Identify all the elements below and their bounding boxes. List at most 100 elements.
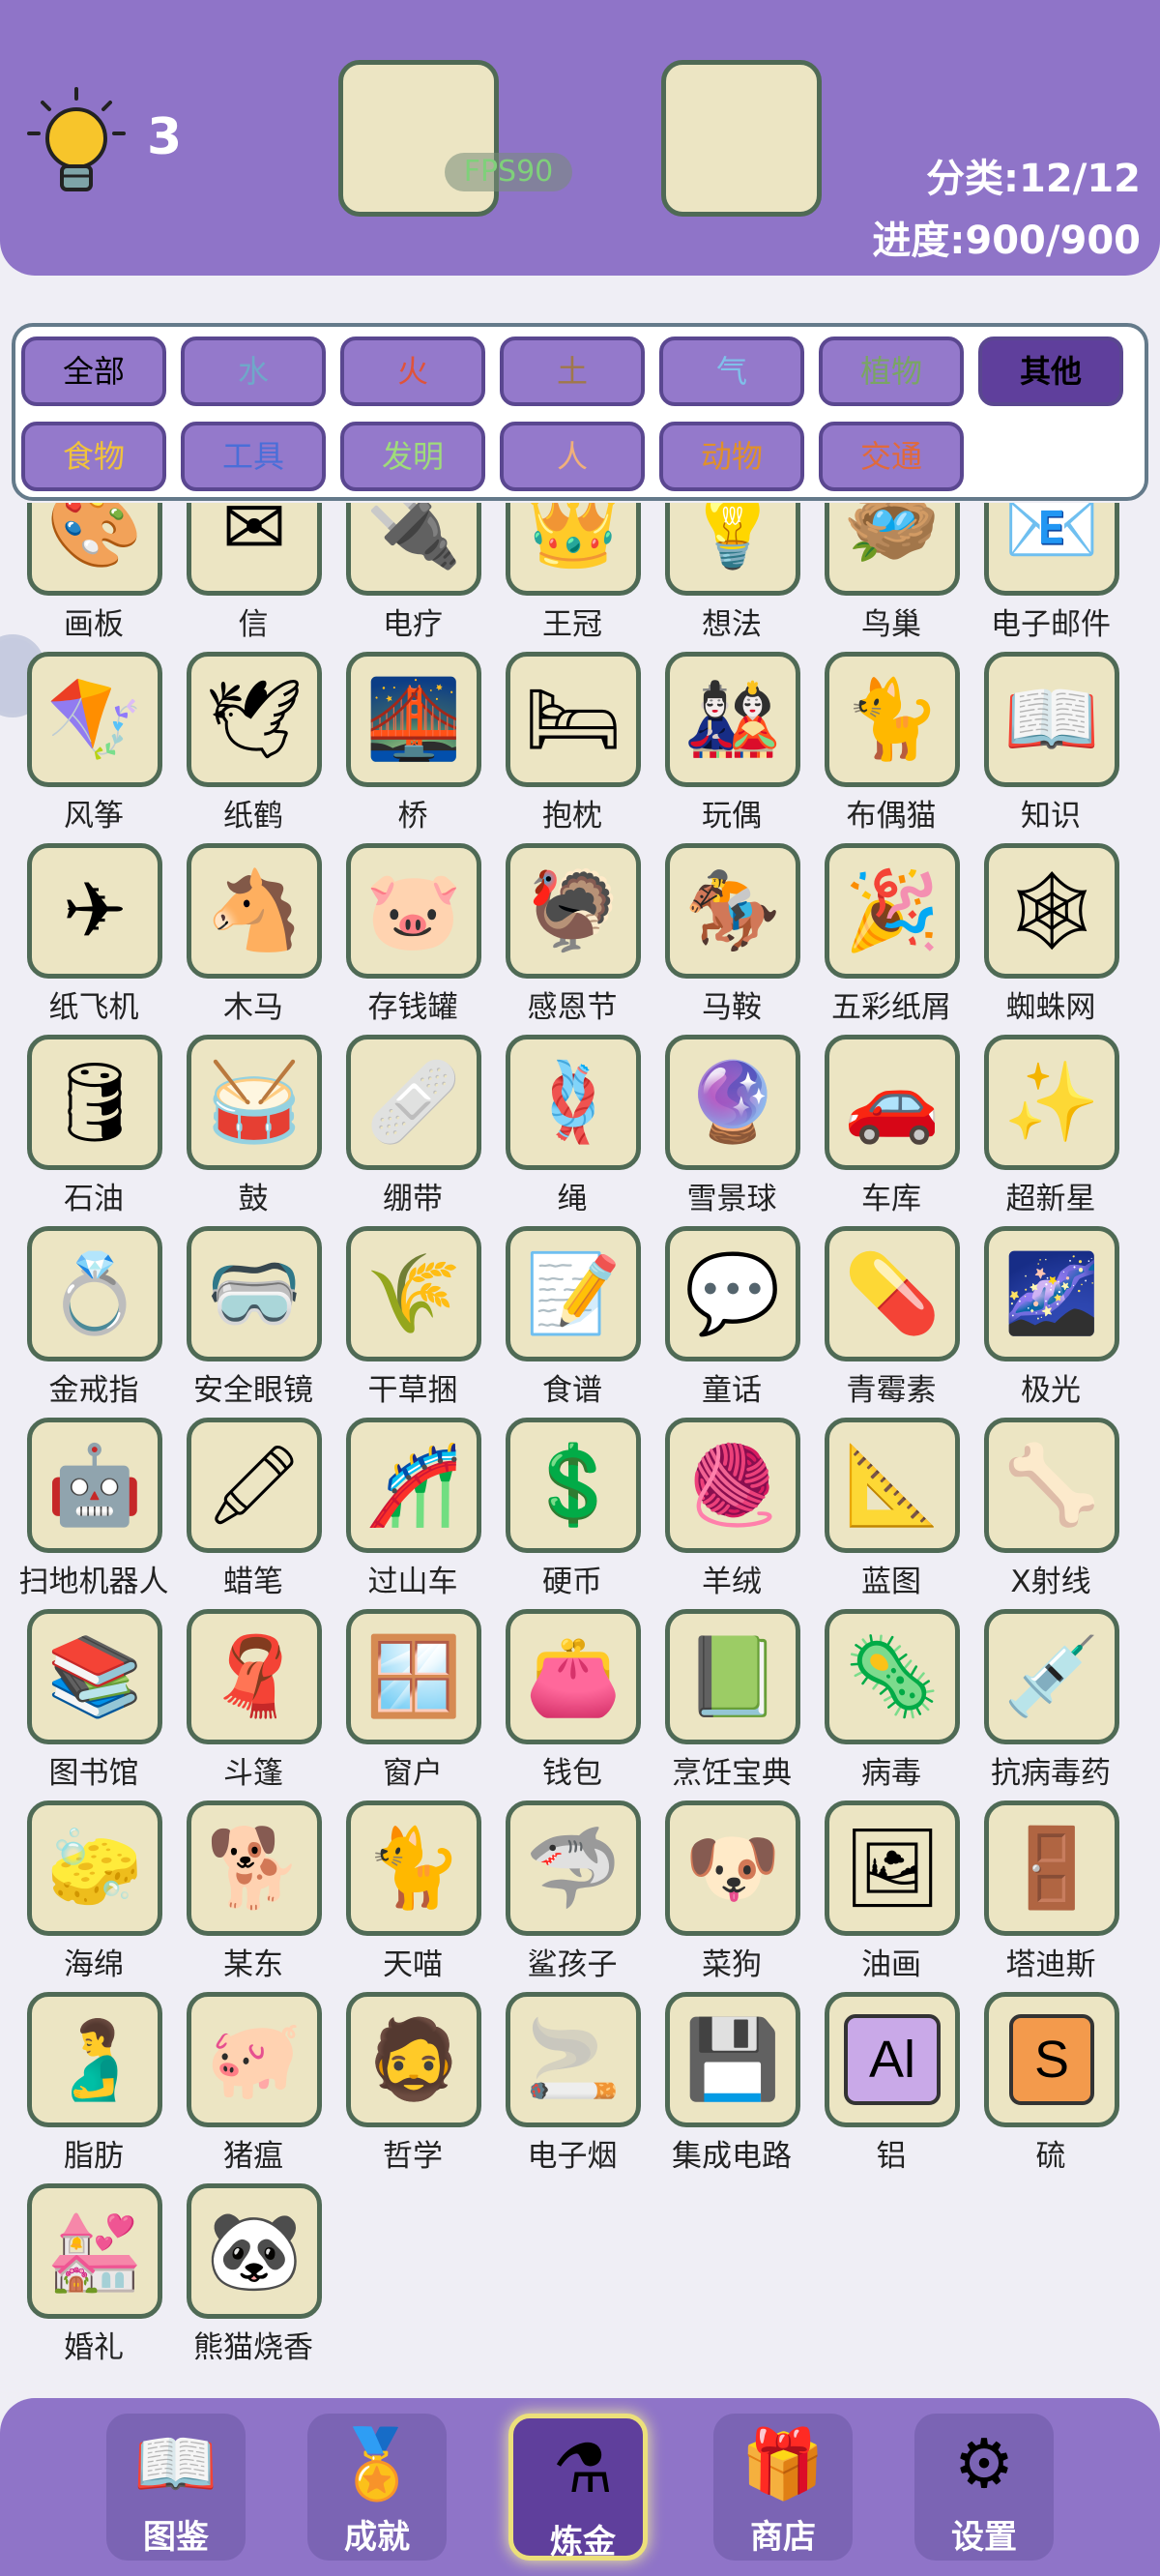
item-icon[interactable]: 🔌 [346, 503, 481, 596]
item-icon[interactable]: 🔮 [665, 1035, 800, 1170]
item-card[interactable]: 📧 电子邮件 [972, 503, 1130, 652]
item-icon[interactable]: 🐷 [346, 843, 481, 979]
item-card[interactable]: 💒 婚礼 [14, 2183, 173, 2375]
item-card[interactable]: 📖 知识 [972, 652, 1130, 843]
item-card[interactable]: 🐕 某东 [174, 1800, 333, 1992]
item-icon[interactable]: 🛢 [27, 1035, 162, 1170]
item-card[interactable]: 💬 童话 [652, 1226, 811, 1418]
item-card[interactable]: 💲 硬币 [493, 1418, 652, 1609]
item-card[interactable]: 🤖 扫地机器人 [14, 1418, 173, 1609]
nav-商店[interactable]: 🎁 商店 [713, 2414, 853, 2561]
item-icon[interactable]: 🚗 [825, 1035, 960, 1170]
item-icon[interactable]: 🚪 [984, 1800, 1119, 1936]
item-icon[interactable]: 🦈 [506, 1800, 641, 1936]
item-card[interactable]: 🥽 安全眼镜 [174, 1226, 333, 1418]
item-card[interactable]: 🐖 猪瘟 [174, 1992, 333, 2183]
item-card[interactable]: ✈ 纸飞机 [14, 843, 173, 1035]
nav-成就[interactable]: 🏅 成就 [307, 2414, 447, 2561]
item-card[interactable]: 🐈 布偶猫 [812, 652, 971, 843]
filter-人[interactable]: 人 [500, 422, 645, 491]
item-icon[interactable]: 💒 [27, 2183, 162, 2319]
item-icon[interactable]: 💲 [506, 1418, 641, 1553]
item-card[interactable]: 🛢 石油 [14, 1035, 173, 1226]
item-card[interactable]: 🔮 雪景球 [652, 1035, 811, 1226]
filter-全部[interactable]: 全部 [21, 337, 166, 406]
filter-动物[interactable]: 动物 [659, 422, 804, 491]
item-icon[interactable]: 🪁 [27, 652, 162, 787]
item-icon[interactable]: 📚 [27, 1609, 162, 1744]
item-card[interactable]: 🎉 五彩纸屑 [812, 843, 971, 1035]
item-card[interactable]: 🌌 极光 [972, 1226, 1130, 1418]
item-card[interactable]: 🚪 塔迪斯 [972, 1800, 1130, 1992]
item-card[interactable]: 📝 食谱 [493, 1226, 652, 1418]
filter-食物[interactable]: 食物 [21, 422, 166, 491]
item-icon[interactable]: 🦴 [984, 1418, 1119, 1553]
item-icon[interactable]: ✈ [27, 843, 162, 979]
item-icon[interactable]: 🐶 [665, 1800, 800, 1936]
item-card[interactable]: 🧔 哲学 [334, 1992, 492, 2183]
filter-火[interactable]: 火 [340, 337, 485, 406]
item-icon[interactable]: 🎨 [27, 503, 162, 596]
item-card[interactable]: 🦠 病毒 [812, 1609, 971, 1800]
combine-slot-left[interactable] [338, 60, 499, 217]
item-icon[interactable]: 🛏 [506, 652, 641, 787]
item-card[interactable]: 🛏 抱枕 [493, 652, 652, 843]
item-icon[interactable]: 🖍 [187, 1418, 322, 1553]
item-card[interactable]: 🚬 电子烟 [493, 1992, 652, 2183]
item-icon[interactable]: 📐 [825, 1418, 960, 1553]
filter-交通[interactable]: 交通 [819, 422, 964, 491]
item-card[interactable]: 🐈 天喵 [334, 1800, 492, 1992]
item-icon[interactable]: 💍 [27, 1226, 162, 1361]
filter-水[interactable]: 水 [181, 337, 326, 406]
item-icon[interactable]: 🪢 [506, 1035, 641, 1170]
item-icon[interactable]: 🫃 [27, 1992, 162, 2127]
nav-图鉴[interactable]: 📖 图鉴 [106, 2414, 246, 2561]
item-icon[interactable]: 🪺 [825, 503, 960, 596]
combine-slot-right[interactable] [661, 60, 822, 217]
item-icon[interactable]: 🧶 [665, 1418, 800, 1553]
item-card[interactable]: 🩹 绷带 [334, 1035, 492, 1226]
nav-炼金[interactable]: ⚗ 炼金 [508, 2414, 648, 2561]
item-icon[interactable]: S [984, 1992, 1119, 2127]
item-icon[interactable]: 🐕 [187, 1800, 322, 1936]
item-icon[interactable]: 🧽 [27, 1800, 162, 1936]
filter-土[interactable]: 土 [500, 337, 645, 406]
item-card[interactable]: 🧣 斗篷 [174, 1609, 333, 1800]
item-icon[interactable]: 🥁 [187, 1035, 322, 1170]
item-icon[interactable]: 🪟 [346, 1609, 481, 1744]
item-card[interactable]: 👑 王冠 [493, 503, 652, 652]
item-icon[interactable]: ✉ [187, 503, 322, 596]
item-card[interactable]: 🪁 风筝 [14, 652, 173, 843]
item-icon[interactable]: 🚬 [506, 1992, 641, 2127]
item-icon[interactable]: 💡 [665, 503, 800, 596]
item-card[interactable]: 📚 图书馆 [14, 1609, 173, 1800]
item-icon[interactable]: 📖 [984, 652, 1119, 787]
item-icon[interactable]: 💬 [665, 1226, 800, 1361]
item-icon[interactable]: 📝 [506, 1226, 641, 1361]
item-card[interactable]: 🫃 脂肪 [14, 1992, 173, 2183]
item-card[interactable]: 🌾 干草捆 [334, 1226, 492, 1418]
item-icon[interactable]: 💉 [984, 1609, 1119, 1744]
item-card[interactable]: 🖼 油画 [812, 1800, 971, 1992]
item-card[interactable]: 🪢 绳 [493, 1035, 652, 1226]
item-card[interactable]: 🎢 过山车 [334, 1418, 492, 1609]
item-card[interactable]: 🧽 海绵 [14, 1800, 173, 1992]
item-card[interactable]: 🐶 菜狗 [652, 1800, 811, 1992]
item-icon[interactable]: 🐖 [187, 1992, 322, 2127]
item-icon[interactable]: 🐼 [187, 2183, 322, 2319]
item-icon[interactable]: 👛 [506, 1609, 641, 1744]
item-card[interactable]: 💍 金戒指 [14, 1226, 173, 1418]
item-card[interactable]: 🪟 窗户 [334, 1609, 492, 1800]
item-icon[interactable]: 🕊 [187, 652, 322, 787]
item-icon[interactable]: 🤖 [27, 1418, 162, 1553]
item-icon[interactable]: 🎉 [825, 843, 960, 979]
item-icon[interactable]: 🩹 [346, 1035, 481, 1170]
item-icon[interactable]: 🦃 [506, 843, 641, 979]
filter-发明[interactable]: 发明 [340, 422, 485, 491]
item-icon[interactable]: 🌉 [346, 652, 481, 787]
item-card[interactable]: ✉ 信 [174, 503, 333, 652]
item-icon[interactable]: 👑 [506, 503, 641, 596]
item-icon[interactable]: 🌌 [984, 1226, 1119, 1361]
item-card[interactable]: 📗 烹饪宝典 [652, 1609, 811, 1800]
item-icon[interactable]: 🎢 [346, 1418, 481, 1553]
